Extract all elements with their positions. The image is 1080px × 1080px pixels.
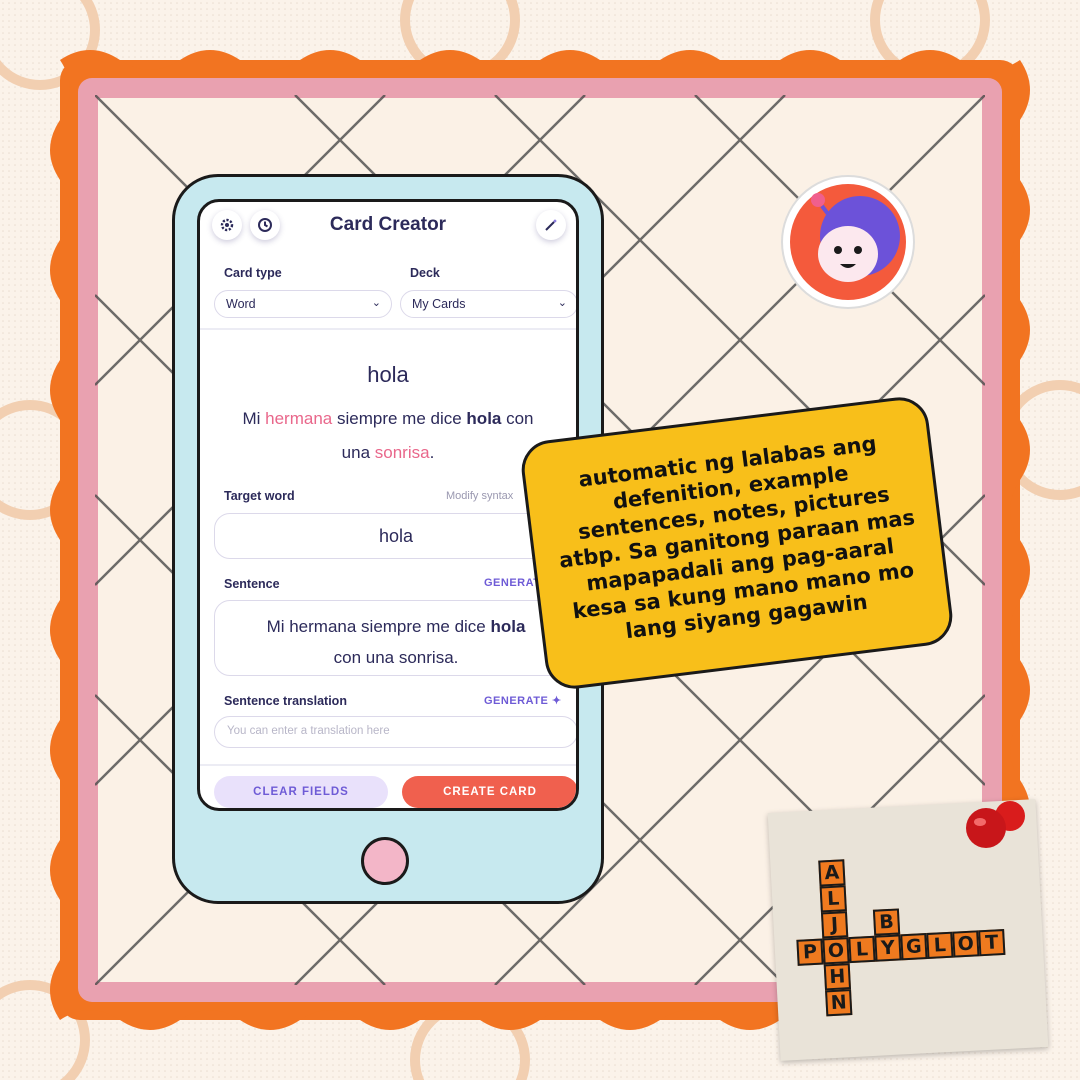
letter-tile: L: [848, 935, 876, 964]
letter-tile: A: [818, 859, 846, 887]
letter-tile: N: [825, 989, 853, 1017]
translation-generate-button[interactable]: GENERATE ✦: [484, 694, 562, 707]
chevron-down-icon: ⌄: [371, 297, 381, 309]
letter-tile: Y: [874, 934, 902, 962]
letter-tile: T: [978, 928, 1006, 957]
preview-word: hola: [367, 362, 409, 387]
letter-tile: L: [819, 885, 847, 913]
letter-tile: P: [796, 938, 824, 966]
letter-tile: H: [823, 963, 852, 991]
card-type-label: Card type: [224, 266, 282, 280]
app-screen: Card Creator Card type Deck Word ⌄ My Ca…: [197, 199, 579, 811]
sentence-translation-label: Sentence translation: [224, 694, 347, 708]
magic-wand-icon: ✦: [551, 695, 562, 707]
create-card-button[interactable]: CREATE CARD: [402, 776, 576, 808]
chevron-down-icon: ⌄: [557, 297, 567, 309]
modify-syntax-link[interactable]: Modify syntax: [446, 490, 513, 502]
target-word-input[interactable]: hola: [214, 513, 576, 559]
preview-sentence: Mi hermana siempre me dice hola con una …: [242, 409, 534, 462]
deck-value: My Cards: [412, 297, 466, 311]
target-word-label: Target word: [224, 489, 295, 503]
letter-tile: B: [872, 908, 901, 936]
mascot-sticker: [781, 175, 915, 309]
letter-tile: O: [952, 930, 980, 958]
home-button: [361, 837, 409, 885]
card-type-select[interactable]: Word ⌄: [214, 290, 392, 318]
callout-box: automatic ng lalabas ang defenition, exa…: [518, 393, 956, 693]
magic-button[interactable]: [536, 210, 566, 240]
app-header: Card Creator: [200, 202, 576, 248]
divider: [200, 764, 576, 766]
sentence-label: Sentence: [224, 577, 280, 591]
deck-label: Deck: [410, 266, 440, 280]
push-pin-icon: [966, 801, 1025, 848]
card-type-value: Word: [226, 297, 256, 311]
clear-fields-button[interactable]: CLEAR FIELDS: [214, 776, 388, 808]
magic-wand-icon: [545, 219, 557, 231]
divider: [200, 328, 576, 330]
sentence-input[interactable]: Mi hermana siempre me dice hola con una …: [214, 600, 576, 676]
letter-tile: G: [900, 933, 928, 961]
sentence-translation-input[interactable]: You can enter a translation here: [214, 716, 576, 748]
letter-tile: L: [926, 931, 954, 960]
deck-select[interactable]: My Cards ⌄: [400, 290, 576, 318]
page-title: Card Creator: [329, 214, 447, 235]
letter-tile: O: [822, 937, 850, 965]
letter-tile: J: [820, 911, 849, 939]
